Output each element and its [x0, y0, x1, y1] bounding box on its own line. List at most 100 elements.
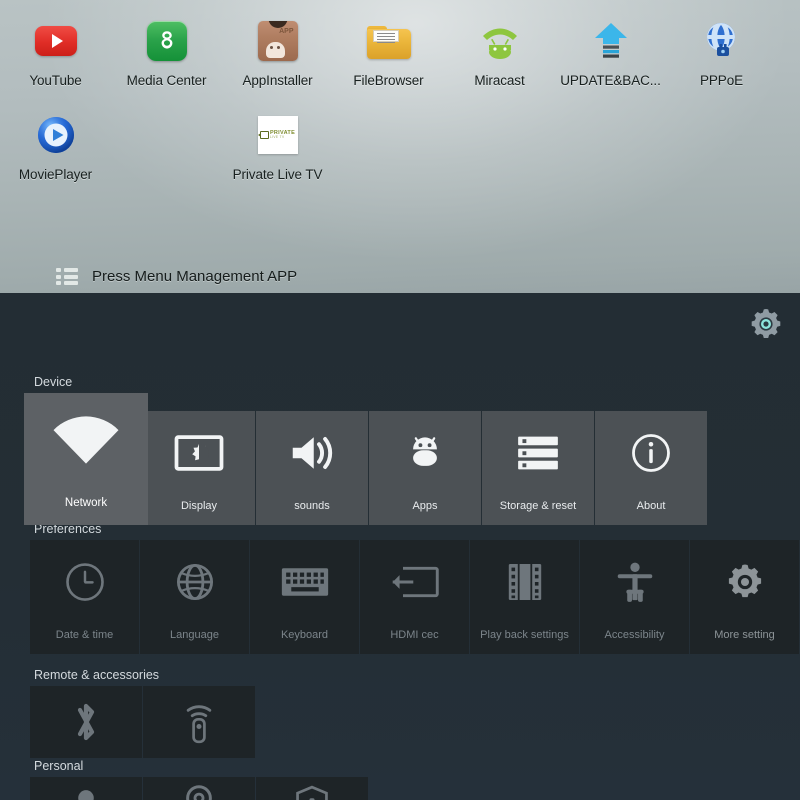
section-remote-accessories: Remote & accessories — [0, 668, 800, 758]
app-media-center[interactable]: Media Center — [111, 18, 222, 88]
section-device: Device Network Display sounds Apps Stora… — [0, 375, 800, 525]
settings-tile-hdmi-cec[interactable]: HDMI cec — [360, 540, 469, 654]
hdmi-cec-icon — [360, 540, 469, 624]
section-preferences: Preferences Date & time Language Keyboar… — [0, 522, 800, 654]
settings-tile-keyboard[interactable]: Keyboard — [250, 540, 359, 654]
settings-tile-network[interactable]: Network — [24, 393, 148, 525]
section-personal: Personal — [0, 759, 800, 800]
personal-tile-row — [0, 777, 800, 800]
app-row-2: MoviePlayer PRIVATE LIVE TV Private Live… — [0, 88, 800, 182]
settings-tile-more-setting[interactable]: More setting — [690, 540, 799, 654]
pppoe-icon — [699, 18, 745, 64]
settings-tile-accessibility[interactable]: Accessibility — [580, 540, 689, 654]
app-update-backup[interactable]: UPDATE&BAC... — [555, 18, 666, 88]
tile-label: Apps — [412, 500, 438, 512]
settings-tile-apps[interactable]: Apps — [369, 411, 481, 525]
update-backup-icon — [588, 18, 634, 64]
settings-tile-location[interactable] — [143, 777, 255, 800]
security-icon — [256, 777, 368, 800]
app-appinstaller[interactable]: APP AppInstaller — [222, 18, 333, 88]
app-label: YouTube — [29, 73, 82, 88]
app-label: Private Live TV — [232, 167, 323, 182]
remote-control-icon — [143, 686, 255, 758]
wifi-icon — [24, 393, 148, 491]
brightness-icon — [143, 411, 255, 495]
private-live-tv-logo-line2: LIVE TV — [269, 135, 285, 140]
app-grid: YouTube Media Center APP AppInstaller Fi… — [0, 0, 800, 182]
settings-tile-sounds[interactable]: sounds — [256, 411, 368, 525]
settings-tile-bluetooth[interactable] — [30, 686, 142, 758]
app-installer-icon: APP — [255, 18, 301, 64]
tile-label: About — [636, 500, 666, 512]
app-label: PPPoE — [699, 73, 744, 88]
android-icon — [369, 411, 481, 495]
tile-label: Accessibility — [604, 629, 665, 641]
app-row-1: YouTube Media Center APP AppInstaller Fi… — [0, 0, 800, 88]
tv-launcher-screen: YouTube Media Center APP AppInstaller Fi… — [0, 0, 800, 800]
app-label: MoviePlayer — [18, 167, 93, 182]
media-center-icon — [144, 18, 190, 64]
settings-panel: Device Network Display sounds Apps Stora… — [0, 293, 800, 800]
keyboard-icon — [250, 540, 359, 624]
preferences-tile-row: Date & time Language Keyboard HDMI cec P… — [0, 540, 800, 654]
movie-player-icon — [33, 112, 79, 158]
app-label: UPDATE&BAC... — [560, 73, 661, 88]
tile-label: Network — [64, 497, 108, 509]
launcher-home: YouTube Media Center APP AppInstaller Fi… — [0, 0, 800, 293]
app-youtube[interactable]: YouTube — [0, 18, 111, 88]
app-installer-tag: APP — [279, 28, 294, 35]
settings-tile-about[interactable]: About — [595, 411, 707, 525]
settings-tile-language[interactable]: Language — [140, 540, 249, 654]
settings-tile-remote-control[interactable] — [143, 686, 255, 758]
app-miracast[interactable]: Miracast — [444, 18, 555, 88]
device-tile-row: Network Display sounds Apps Storage & re… — [0, 393, 800, 525]
tile-label: sounds — [294, 500, 330, 512]
tile-label: More setting — [714, 629, 775, 641]
settings-tile-date-time[interactable]: Date & time — [30, 540, 139, 654]
press-menu-management-bar[interactable]: Press Menu Management APP — [0, 268, 800, 285]
clock-icon — [30, 540, 139, 624]
miracast-icon — [477, 18, 523, 64]
settings-tile-security[interactable] — [256, 777, 368, 800]
youtube-icon — [33, 18, 79, 64]
speaker-icon — [256, 411, 368, 495]
app-label: Media Center — [126, 73, 207, 88]
tile-label: Language — [170, 629, 219, 641]
location-icon — [143, 777, 255, 800]
accessibility-icon — [580, 540, 689, 624]
tile-label: Play back settings — [480, 629, 569, 641]
tile-label: Date & time — [55, 629, 114, 641]
file-browser-icon — [366, 18, 412, 64]
account-icon — [30, 777, 142, 800]
bluetooth-icon — [30, 686, 142, 758]
info-icon — [595, 411, 707, 495]
app-movieplayer[interactable]: MoviePlayer — [0, 112, 111, 182]
tile-label: HDMI cec — [390, 629, 439, 641]
app-pppoe[interactable]: PPPoE — [666, 18, 777, 88]
settings-tile-account[interactable] — [30, 777, 142, 800]
list-menu-icon — [56, 268, 78, 285]
app-filebrowser[interactable]: FileBrowser — [333, 18, 444, 88]
gear-icon[interactable] — [744, 302, 788, 346]
film-icon — [470, 540, 579, 624]
app-label: AppInstaller — [242, 73, 313, 88]
storage-icon — [482, 411, 594, 495]
tile-label: Keyboard — [280, 629, 329, 641]
section-title: Remote & accessories — [34, 668, 160, 682]
private-live-tv-icon: PRIVATE LIVE TV — [255, 112, 301, 158]
remote-tile-row — [0, 686, 800, 758]
app-private-live-tv[interactable]: PRIVATE LIVE TV Private Live TV — [222, 112, 333, 182]
globe-icon — [140, 540, 249, 624]
press-menu-label: Press Menu Management APP — [92, 268, 298, 285]
settings-tile-display[interactable]: Display — [143, 411, 255, 525]
tile-label: Storage & reset — [499, 500, 577, 512]
section-title: Device — [34, 375, 73, 389]
app-label: Miracast — [474, 73, 525, 88]
settings-tile-storage-reset[interactable]: Storage & reset — [482, 411, 594, 525]
app-label: FileBrowser — [353, 73, 424, 88]
tile-label: Display — [180, 500, 218, 512]
gear-icon — [690, 540, 799, 624]
settings-tile-playback-settings[interactable]: Play back settings — [470, 540, 579, 654]
section-title: Personal — [34, 759, 84, 773]
